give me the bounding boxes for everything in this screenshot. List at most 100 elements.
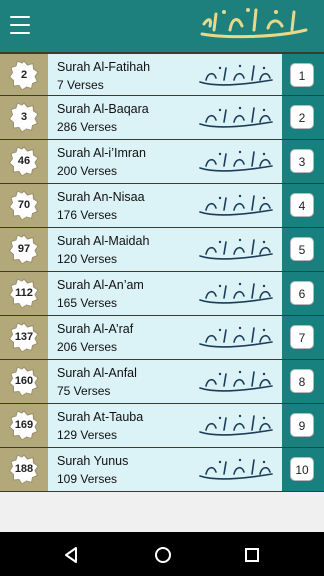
surah-row[interactable]: 46 Surah Al-i’Imran 200 Verses سُوۡرَۃُ … — [0, 140, 324, 184]
verse-count: 7 Verses — [57, 78, 104, 92]
surah-row[interactable]: 97 Surah Al-Maidah 120 Verses سُوۡرَۃُ ا… — [0, 228, 324, 272]
surah-index-badge: 8 — [290, 369, 314, 393]
surah-index-strip: 10 — [282, 448, 324, 491]
arabic-calligraphy: سُوۡرَۃُ اٰلِ عِمۡرَان — [199, 150, 273, 172]
verse-count: 109 Verses — [57, 472, 118, 486]
surah-name: Surah At-Tauba — [57, 410, 144, 424]
page-number-strip: 169 — [0, 404, 48, 447]
system-navigation-bar — [0, 532, 324, 576]
home-circle-icon[interactable] — [154, 546, 172, 564]
arabic-calligraphy: سُوۡرَۃُ المَائِدَة — [199, 238, 273, 260]
surah-index-badge: 10 — [290, 457, 314, 481]
surah-index-badge: 5 — [290, 237, 314, 261]
surah-info[interactable]: Surah Al-Anfal 75 Verses سُوۡرَۃُ الاَنۡ… — [48, 360, 282, 403]
surah-index-badge: 2 — [290, 105, 314, 129]
verse-count: 75 Verses — [57, 384, 111, 398]
surah-name: Surah Yunus — [57, 454, 129, 468]
verse-count: 129 Verses — [57, 428, 118, 442]
surah-name: Surah Al-Fatihah — [57, 60, 151, 74]
verse-count: 206 Verses — [57, 340, 118, 354]
page-number-badge: 169 — [9, 410, 39, 440]
surah-index-strip: 4 — [282, 184, 324, 227]
arabic-calligraphy: سُوۡرَۃُ الاَنۡعَام — [199, 282, 273, 304]
page-number-badge: 137 — [9, 322, 39, 352]
verse-count: 200 Verses — [57, 164, 118, 178]
surah-index-strip: 8 — [282, 360, 324, 403]
surah-index-strip: 7 — [282, 316, 324, 359]
surah-index-strip: 9 — [282, 404, 324, 447]
page-number: 169 — [14, 419, 34, 431]
page-number: 112 — [15, 287, 33, 299]
surah-index-badge: 3 — [290, 149, 314, 173]
page-number-strip: 137 — [0, 316, 48, 359]
surah-index-badge: 6 — [290, 281, 314, 305]
surah-info[interactable]: Surah At-Tauba 129 Verses سُوۡرَۃُ التَّ… — [48, 404, 282, 447]
surah-info[interactable]: Surah Al-Fatihah 7 Verses سُوۡرَۃُ الۡفَ… — [48, 54, 282, 95]
arabic-calligraphy: سُوۡرَۃُ النِّسَاء — [199, 194, 273, 216]
page-number: 2 — [20, 69, 28, 81]
surah-info[interactable]: Surah Al-An’am 165 Verses سُوۡرَۃُ الاَن… — [48, 272, 282, 315]
app-logo — [200, 8, 308, 39]
surah-row[interactable]: 3 Surah Al-Baqara 286 Verses سُوۡرَۃُ ال… — [0, 96, 324, 140]
surah-info[interactable]: Surah Al-A’raf 206 Verses سُوۡرَۃُ الاَع… — [48, 316, 282, 359]
surah-info[interactable]: Surah Al-i’Imran 200 Verses سُوۡرَۃُ اٰل… — [48, 140, 282, 183]
verse-count: 176 Verses — [57, 208, 118, 222]
page-number-badge: 2 — [9, 60, 39, 90]
arabic-calligraphy: سُوۡرَۃُ البَقَرَة — [199, 106, 273, 128]
arabic-calligraphy: سُوۡرَۃُ التَّوۡبَة — [199, 414, 273, 436]
verse-count: 120 Verses — [57, 252, 118, 266]
surah-row[interactable]: 169 Surah At-Tauba 129 Verses سُوۡرَۃُ ا… — [0, 404, 324, 448]
surah-index-strip: 6 — [282, 272, 324, 315]
surah-info[interactable]: Surah An-Nisaa 176 Verses سُوۡرَۃُ النِّ… — [48, 184, 282, 227]
arabic-calligraphy: سُوۡرَۃُ الاَنۡفَال — [199, 370, 273, 392]
page-number-strip: 97 — [0, 228, 48, 271]
surah-name: Surah Al-i’Imran — [57, 146, 146, 160]
page-number: 137 — [14, 331, 34, 343]
recent-square-icon[interactable] — [244, 547, 260, 563]
surah-row[interactable]: 137 Surah Al-A’raf 206 Verses سُوۡرَۃُ ا… — [0, 316, 324, 360]
surah-name: Surah An-Nisaa — [57, 190, 145, 204]
surah-row[interactable]: 160 Surah Al-Anfal 75 Verses سُوۡرَۃُ ال… — [0, 360, 324, 404]
back-triangle-icon[interactable] — [62, 546, 80, 564]
page-number-badge: 70 — [9, 190, 39, 220]
page-number: 3 — [20, 111, 28, 123]
surah-info[interactable]: Surah Al-Baqara 286 Verses سُوۡرَۃُ البَ… — [48, 96, 282, 139]
app-toolbar — [0, 0, 324, 52]
arabic-calligraphy: سُوۡرَۃُ الاَعۡرَاف — [199, 326, 273, 348]
hamburger-menu-icon[interactable] — [10, 16, 30, 34]
verse-count: 286 Verses — [57, 120, 118, 134]
surah-info[interactable]: Surah Al-Maidah 120 Verses سُوۡرَۃُ المَ… — [48, 228, 282, 271]
surah-index-strip: 5 — [282, 228, 324, 271]
page-number: 70 — [17, 199, 31, 211]
surah-index-strip: 2 — [282, 96, 324, 139]
surah-name: Surah Al-An’am — [57, 278, 144, 292]
surah-index-badge: 7 — [290, 325, 314, 349]
surah-index-badge: 4 — [290, 193, 314, 217]
page-number-badge: 112 — [9, 278, 39, 308]
surah-list: 2 Surah Al-Fatihah 7 Verses سُوۡرَۃُ الۡ… — [0, 52, 324, 492]
page-number-strip: 70 — [0, 184, 48, 227]
surah-index-badge: 9 — [290, 413, 314, 437]
page-number-strip: 46 — [0, 140, 48, 183]
surah-index-badge: 1 — [290, 63, 314, 87]
page-number: 46 — [17, 155, 31, 167]
surah-name: Surah Al-Maidah — [57, 234, 150, 248]
surah-name: Surah Al-Anfal — [57, 366, 137, 380]
page-number-badge: 188 — [9, 454, 39, 484]
surah-row[interactable]: 188 Surah Yunus 109 Verses سُوۡرَۃُ يُوۡ… — [0, 448, 324, 492]
surah-info[interactable]: Surah Yunus 109 Verses سُوۡرَۃُ يُوۡنُس — [48, 448, 282, 491]
page-number-strip: 160 — [0, 360, 48, 403]
surah-index-strip: 1 — [282, 54, 324, 95]
surah-index-strip: 3 — [282, 140, 324, 183]
page-number: 188 — [14, 463, 34, 475]
surah-row[interactable]: 70 Surah An-Nisaa 176 Verses سُوۡرَۃُ ال… — [0, 184, 324, 228]
page-number-badge: 3 — [9, 102, 39, 132]
surah-row[interactable]: 2 Surah Al-Fatihah 7 Verses سُوۡرَۃُ الۡ… — [0, 52, 324, 96]
page-number: 97 — [17, 243, 31, 255]
surah-name: Surah Al-A’raf — [57, 322, 134, 336]
arabic-calligraphy: سُوۡرَۃُ الۡفَاتِحَة — [199, 64, 273, 86]
page-number-badge: 160 — [9, 366, 39, 396]
page-number-strip: 2 — [0, 54, 48, 95]
page-number-strip: 188 — [0, 448, 48, 491]
surah-row[interactable]: 112 Surah Al-An’am 165 Verses سُوۡرَۃُ ا… — [0, 272, 324, 316]
